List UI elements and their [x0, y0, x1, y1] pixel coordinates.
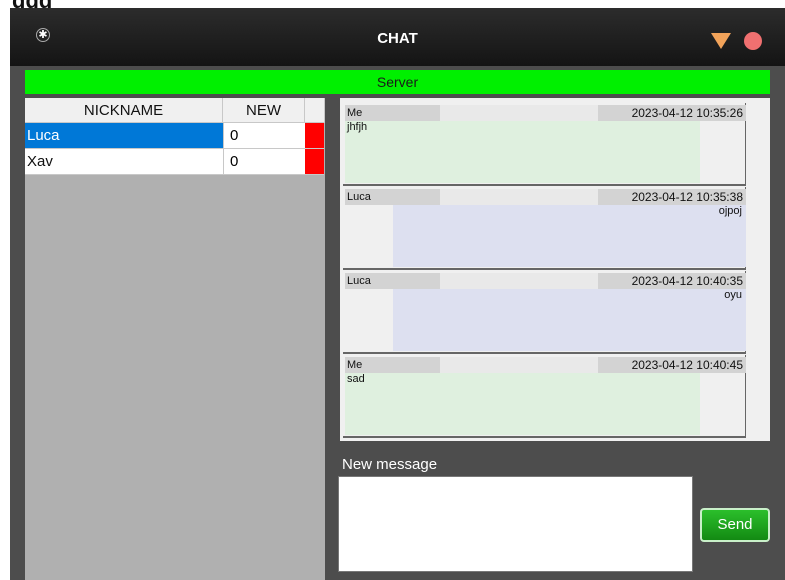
message-text: oyu [393, 289, 746, 351]
message-time: 2023-04-12 10:40:35 [598, 273, 746, 289]
unread-flag [305, 123, 324, 149]
column-header-new[interactable]: NEW [223, 98, 305, 123]
server-bar: Server [25, 70, 770, 94]
title-bar[interactable]: ✱ CHAT [10, 8, 785, 66]
message-header-spacer [440, 273, 598, 289]
message-user: Me [345, 105, 440, 121]
user-new-count[interactable]: 0 [223, 123, 305, 149]
message-item: Luca 2023-04-12 10:40:35 oyu [343, 271, 746, 354]
message-user: Luca [345, 273, 440, 289]
user-row[interactable]: Luca 0 [25, 123, 325, 149]
message-item: Me 2023-04-12 10:40:45 sad [343, 355, 746, 438]
message-item: Me 2023-04-12 10:35:26 jhfjh [343, 103, 746, 186]
window-title: CHAT [377, 30, 418, 47]
chat-window: ✱ CHAT Server NICKNAME NEW Luca 0 Xav 0 … [10, 8, 785, 580]
send-button[interactable]: Send [700, 508, 770, 542]
message-header-spacer [440, 189, 598, 205]
user-nickname[interactable]: Luca [25, 123, 223, 149]
message-text: sad [345, 373, 700, 435]
user-nickname[interactable]: Xav [25, 149, 223, 175]
message-user: Luca [345, 189, 440, 205]
new-message-input[interactable] [338, 476, 693, 572]
message-time: 2023-04-12 10:40:45 [598, 357, 746, 373]
message-time: 2023-04-12 10:35:38 [598, 189, 746, 205]
user-row[interactable]: Xav 0 [25, 149, 325, 175]
message-time: 2023-04-12 10:35:26 [598, 105, 746, 121]
message-user: Me [345, 357, 440, 373]
message-text: jhfjh [345, 121, 700, 183]
minimize-icon[interactable] [711, 33, 731, 49]
message-header-spacer [440, 105, 598, 121]
user-new-count[interactable]: 0 [223, 149, 305, 175]
column-header-nickname[interactable]: NICKNAME [25, 98, 223, 123]
close-icon[interactable] [744, 32, 762, 50]
message-text: ojpoj [393, 205, 746, 267]
new-message-label: New message [342, 456, 438, 473]
unread-flag [305, 149, 324, 175]
message-panel: Me 2023-04-12 10:35:26 jhfjh Luca 2023-0… [340, 98, 770, 441]
message-header-spacer [440, 357, 598, 373]
message-list[interactable]: Me 2023-04-12 10:35:26 jhfjh Luca 2023-0… [343, 103, 746, 443]
column-header-flag [305, 98, 325, 123]
message-item: Luca 2023-04-12 10:35:38 ojpoj [343, 187, 746, 270]
users-panel: NICKNAME NEW Luca 0 Xav 0 [25, 98, 325, 580]
